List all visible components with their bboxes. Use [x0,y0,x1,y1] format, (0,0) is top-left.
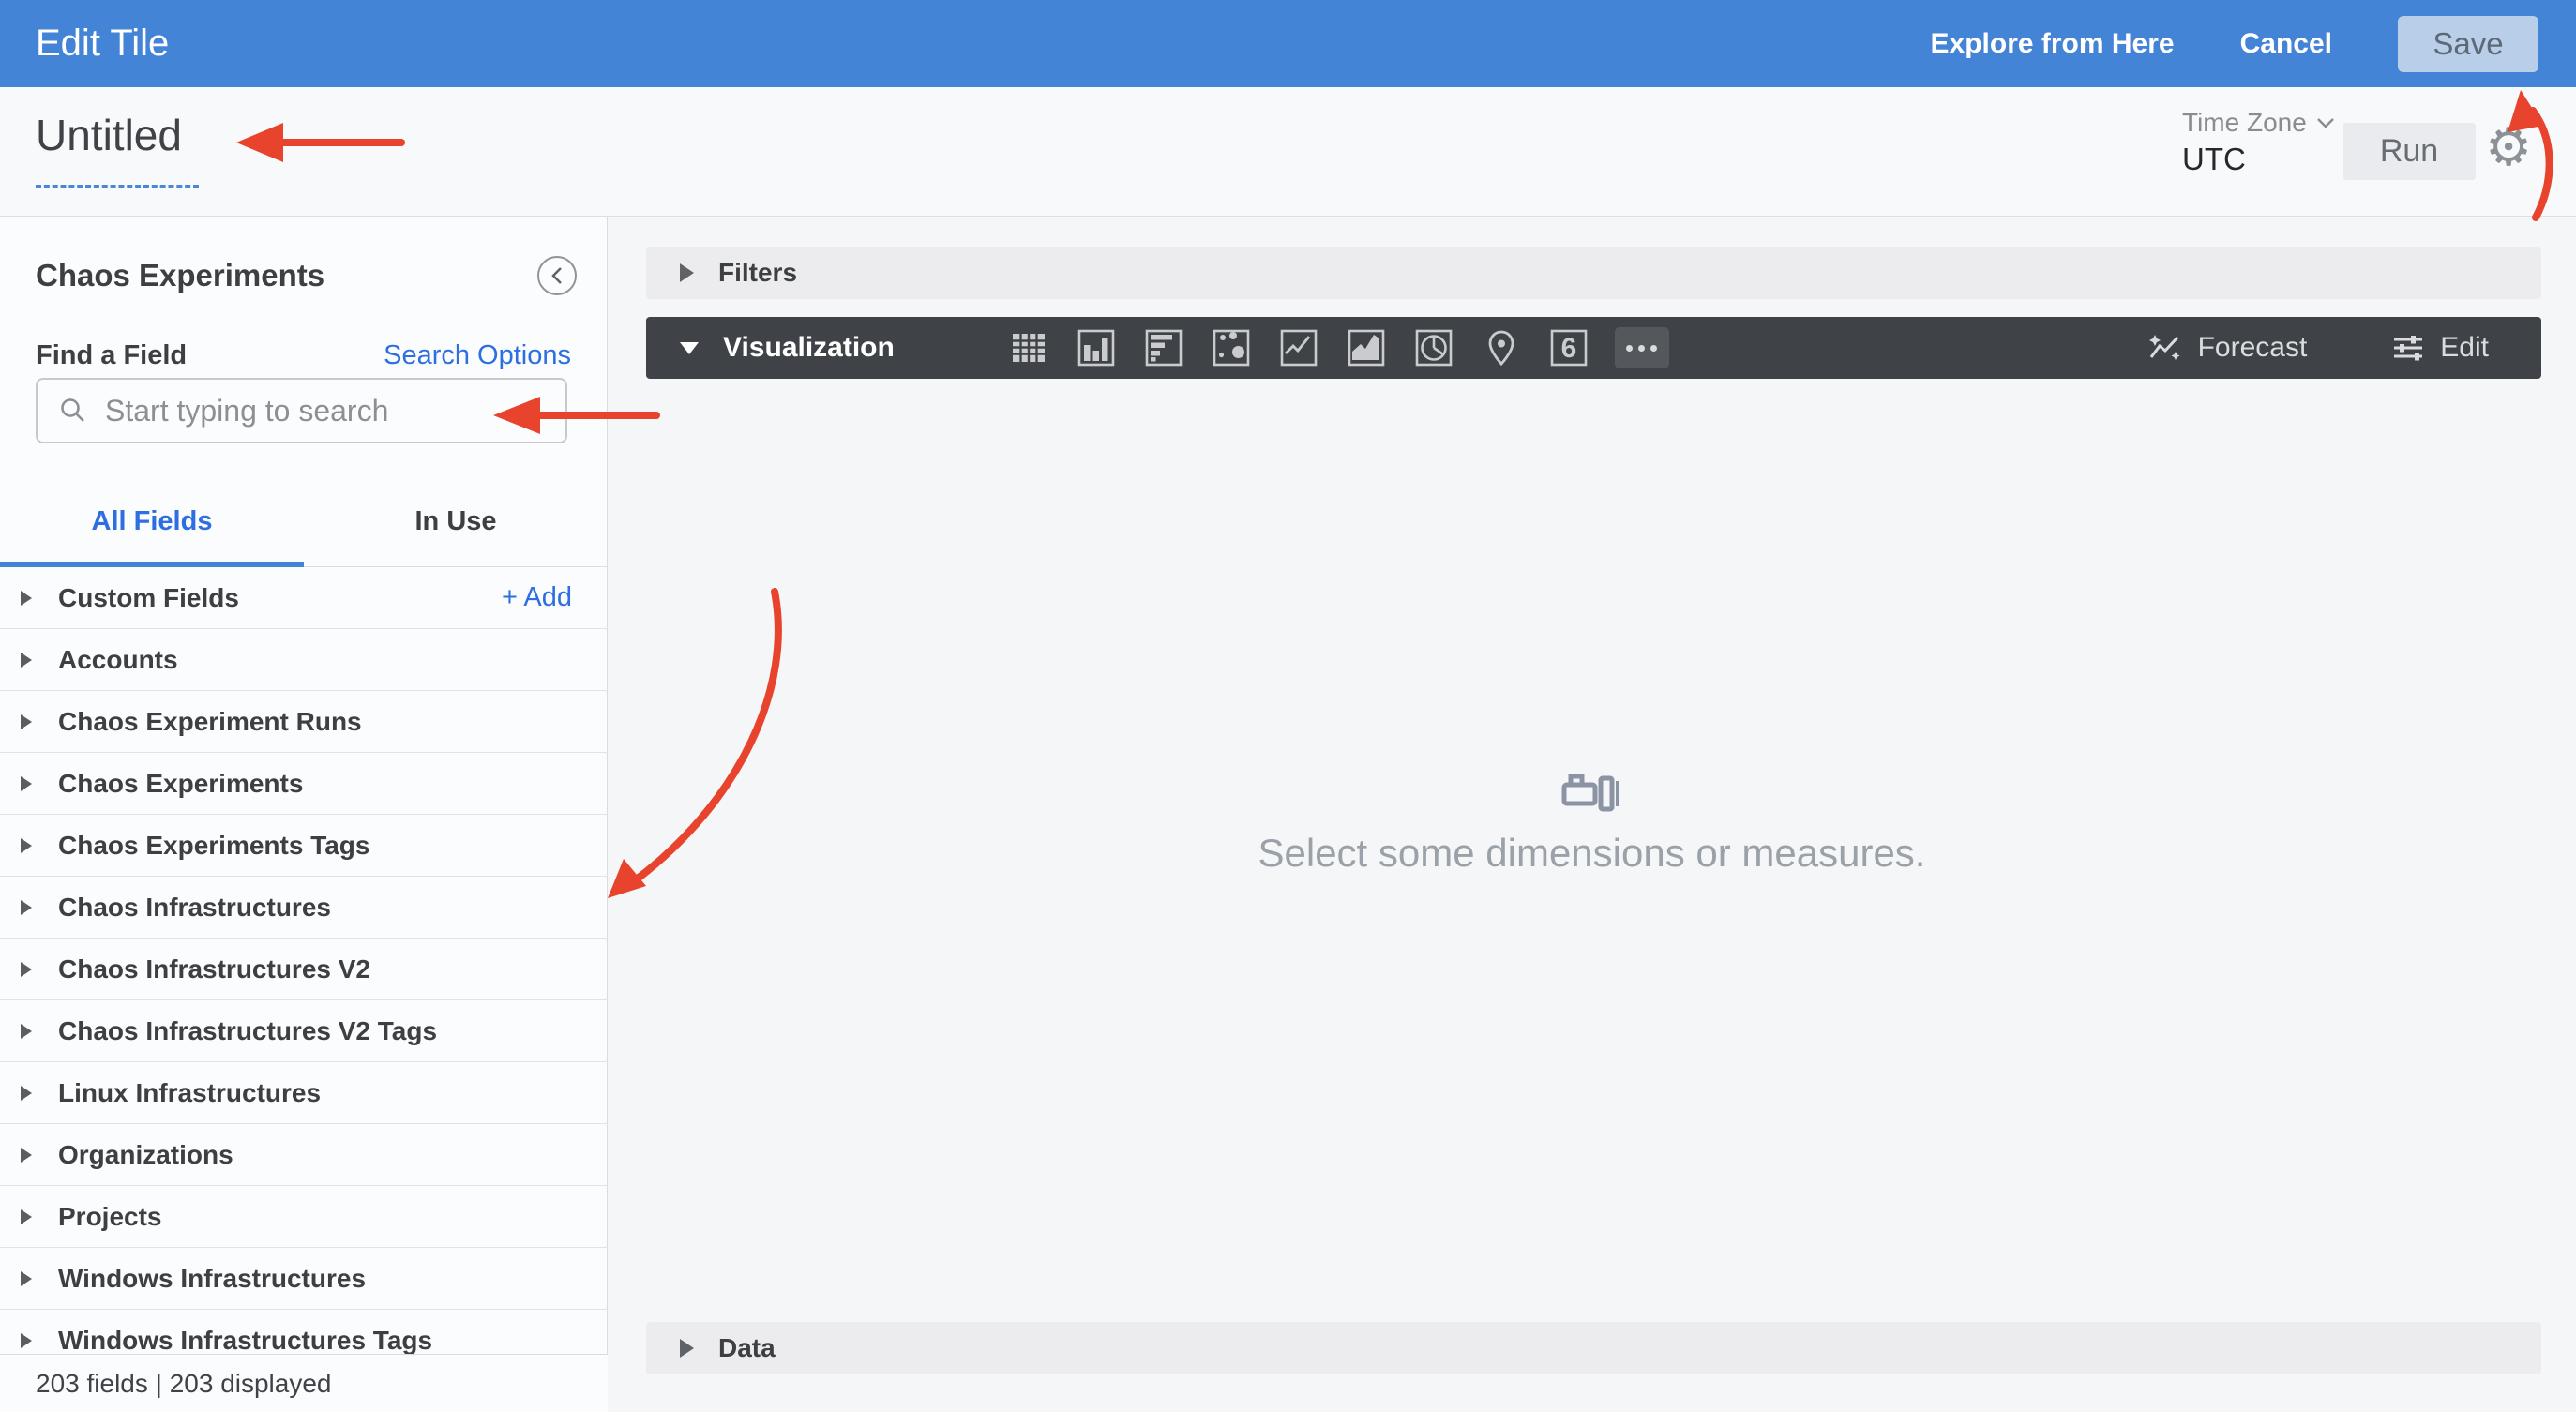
viz-type-picker: 6 [1007,326,1669,369]
viz-empty-state: Select some dimensions or measures. [608,769,2576,876]
page-title: Edit Tile [36,23,170,64]
expand-caret-icon [21,1209,32,1224]
list-item[interactable]: Chaos Infrastructures V2 [0,939,608,1000]
list-item[interactable]: Chaos Experiments [0,753,608,815]
flashlight-icon [1561,774,1619,812]
list-item-custom-fields[interactable]: Custom Fields + Add [0,567,608,629]
list-item[interactable]: Chaos Infrastructures V2 Tags [0,1000,608,1062]
field-group-list: Custom Fields + Add Accounts Chaos Exper… [0,567,608,1355]
time-zone-selector[interactable]: Time Zone UTC [2182,108,2335,177]
expand-caret-icon [21,1147,32,1163]
forecast-button[interactable]: Forecast [2147,332,2307,364]
top-bar: Edit Tile Explore from Here Cancel Save [0,0,2576,87]
forecast-sparkle-icon [2148,335,2180,360]
expand-caret-icon [21,590,32,606]
top-bar-actions: Explore from Here Cancel Save [1931,15,2538,72]
run-button[interactable]: Run [2343,123,2476,180]
sliders-icon [2394,336,2423,361]
list-item[interactable]: Windows Infrastructures Tags [0,1310,608,1355]
scatter-icon[interactable] [1210,326,1253,369]
chevron-down-icon [2316,117,2334,128]
field-search-box[interactable] [36,378,567,443]
list-item[interactable]: Organizations [0,1124,608,1186]
list-item[interactable]: Projects [0,1186,608,1248]
cancel-button[interactable]: Cancel [2240,28,2332,60]
list-item[interactable]: Accounts [0,629,608,691]
list-item[interactable]: Chaos Experiment Runs [0,691,608,753]
line-chart-icon[interactable] [1277,326,1320,369]
table-icon[interactable] [1007,326,1050,369]
data-section-toggle[interactable]: Data [646,1322,2541,1374]
time-zone-label: Time Zone [2182,108,2307,137]
empty-state-message: Select some dimensions or measures. [1258,831,1926,875]
map-icon[interactable] [1480,326,1523,369]
visualization-section-toggle[interactable]: Visualization [723,332,895,364]
list-item[interactable]: Windows Infrastructures [0,1248,608,1310]
tab-all-fields[interactable]: All Fields [0,477,304,567]
search-icon [61,398,84,422]
expand-caret-icon [21,1270,32,1286]
tab-in-use[interactable]: In Use [304,477,608,566]
column-chart-icon[interactable] [1075,326,1118,369]
tile-title-input[interactable]: Untitled [36,110,182,160]
gear-icon[interactable]: ⚙ [2485,115,2532,181]
expand-caret-icon [680,263,694,282]
expand-caret-icon [21,1332,32,1348]
single-value-icon[interactable]: 6 [1547,326,1590,369]
expand-caret-icon [680,1339,694,1358]
expand-caret-icon [21,775,32,791]
expand-caret-icon [21,652,32,668]
tile-header: Untitled Time Zone UTC Run ⚙ [0,87,2576,217]
expand-caret-icon [21,899,32,915]
find-a-field-label: Find a Field [36,340,188,370]
bar-chart-icon[interactable] [1142,326,1185,369]
search-input[interactable] [105,393,549,428]
tile-title-underline [36,185,199,188]
chevron-left-icon [551,267,562,284]
more-viz-types-icon[interactable] [1614,327,1669,368]
filters-section-toggle[interactable]: Filters [646,247,2541,299]
list-item[interactable]: Chaos Experiments Tags [0,815,608,877]
visualization-bar: Visualization 6 Forecast Edit [646,317,2541,379]
list-item[interactable]: Chaos Infrastructures [0,877,608,939]
edit-viz-button[interactable]: Edit [2391,332,2489,364]
list-item[interactable]: Linux Infrastructures [0,1062,608,1124]
pie-chart-icon[interactable] [1412,326,1455,369]
expand-caret-icon [21,961,32,977]
collapse-sidebar-button[interactable] [537,256,577,295]
viz-bar-actions: Forecast Edit [2147,332,2489,364]
add-custom-field-button[interactable]: + Add [502,582,572,613]
expand-caret-icon [21,837,32,853]
field-tabs: All Fields In Use [0,477,608,567]
expand-caret-icon [21,714,32,729]
svg-text:6: 6 [1560,333,1576,364]
expand-caret-icon [21,1023,32,1039]
field-picker-sidebar: Chaos Experiments Find a Field Search Op… [0,217,608,1412]
search-options-link[interactable]: Search Options [384,340,571,371]
area-chart-icon[interactable] [1345,326,1388,369]
field-count-status: 203 fields | 203 displayed [0,1354,608,1412]
find-a-field-row: Find a Field Search Options [36,340,571,371]
collapse-caret-icon [680,341,699,354]
explore-title: Chaos Experiments [36,258,325,293]
explore-from-here-button[interactable]: Explore from Here [1931,28,2175,60]
expand-caret-icon [21,1085,32,1101]
save-button[interactable]: Save [2398,15,2538,72]
time-zone-value: UTC [2182,142,2246,176]
